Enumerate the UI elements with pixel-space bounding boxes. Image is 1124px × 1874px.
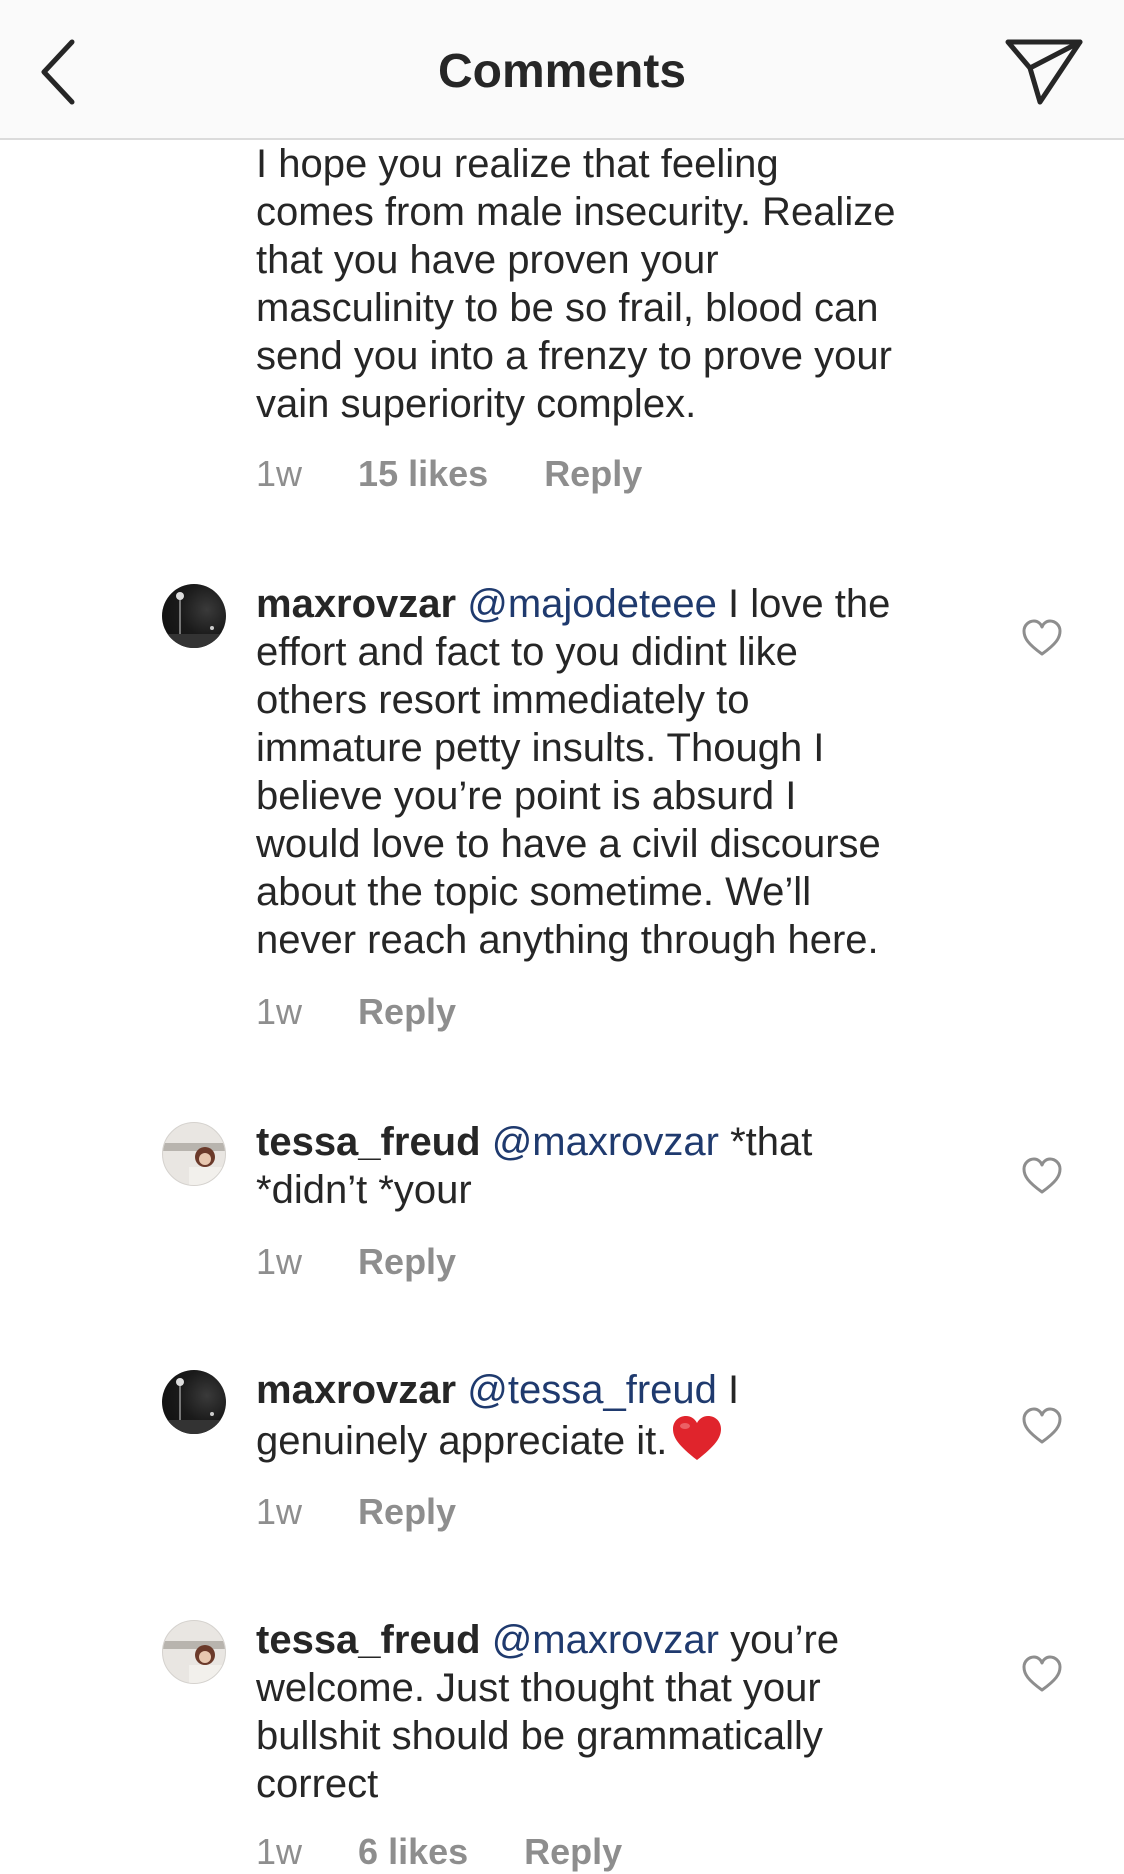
like-button[interactable] <box>1020 1154 1064 1198</box>
comment-body: I love the effort and fact to you didint… <box>256 582 891 962</box>
avatar-photo <box>162 1378 226 1434</box>
comment-time: 1w <box>256 1241 303 1282</box>
avatar[interactable] <box>162 1620 226 1684</box>
comment-mention[interactable]: @majodeteee <box>467 582 717 626</box>
heart-outline-icon <box>1022 619 1062 656</box>
comment-time: 1w <box>256 1491 303 1532</box>
comment-username[interactable]: maxrovzar <box>256 1368 456 1412</box>
header-bar: Comments <box>0 0 1124 140</box>
avatar[interactable] <box>162 1370 226 1434</box>
comment-mention[interactable]: @tessa_freud <box>467 1368 717 1412</box>
comment-time: 1w <box>256 453 303 494</box>
red-heart-emoji <box>671 1414 723 1473</box>
reply-button[interactable]: Reply <box>358 990 456 1034</box>
comment-meta: 1w 6 likes Reply <box>256 1830 668 1874</box>
comment-username[interactable]: tessa_freud <box>256 1618 481 1662</box>
comment-meta: 1w Reply <box>256 1490 502 1534</box>
comment-mention[interactable]: @maxrovzar <box>492 1120 719 1164</box>
comment-username[interactable]: tessa_freud <box>256 1120 481 1164</box>
comment-time: 1w <box>256 991 303 1032</box>
comment-text: tessa_freud @maxrovzar you’re welcome. J… <box>256 1616 976 1808</box>
heart-outline-icon <box>1022 1157 1062 1194</box>
avatar-photo <box>162 592 226 648</box>
likes-count[interactable]: 15 likes <box>358 452 488 496</box>
reply-button[interactable]: Reply <box>358 1490 456 1534</box>
avatar[interactable] <box>162 584 226 648</box>
comment-text: maxrovzar @tessa_freud I genuinely appre… <box>256 1366 976 1473</box>
reply-button[interactable]: Reply <box>524 1830 622 1874</box>
comment-text: maxrovzar @majodeteee I love the effort … <box>256 580 976 964</box>
heart-outline-icon <box>1022 1655 1062 1692</box>
like-button[interactable] <box>1020 1404 1064 1448</box>
comment-text: tessa_freud @maxrovzar *that *didn’t *yo… <box>256 1118 976 1214</box>
share-button[interactable] <box>1000 32 1090 112</box>
reply-button[interactable]: Reply <box>358 1240 456 1284</box>
comment-meta: 1w 15 likes Reply <box>256 452 688 496</box>
comment-username[interactable]: maxrovzar <box>256 582 456 626</box>
heart-outline-icon <box>1022 1407 1062 1444</box>
page-title: Comments <box>437 45 687 98</box>
like-button[interactable] <box>1020 1652 1064 1696</box>
like-button[interactable] <box>1020 616 1064 660</box>
likes-count[interactable]: 6 likes <box>358 1830 468 1874</box>
avatar-photo <box>163 1641 225 1683</box>
comment-meta: 1w Reply <box>256 990 502 1034</box>
paper-plane-icon <box>1005 39 1083 105</box>
comment-mention[interactable]: @maxrovzar <box>492 1618 719 1662</box>
avatar[interactable] <box>162 1122 226 1186</box>
comment-time: 1w <box>256 1831 303 1872</box>
reply-button[interactable]: Reply <box>544 452 642 496</box>
comment-text: I hope you realize that feeling comes fr… <box>256 142 896 426</box>
avatar-photo <box>163 1143 225 1185</box>
comment-meta: 1w Reply <box>256 1240 502 1284</box>
